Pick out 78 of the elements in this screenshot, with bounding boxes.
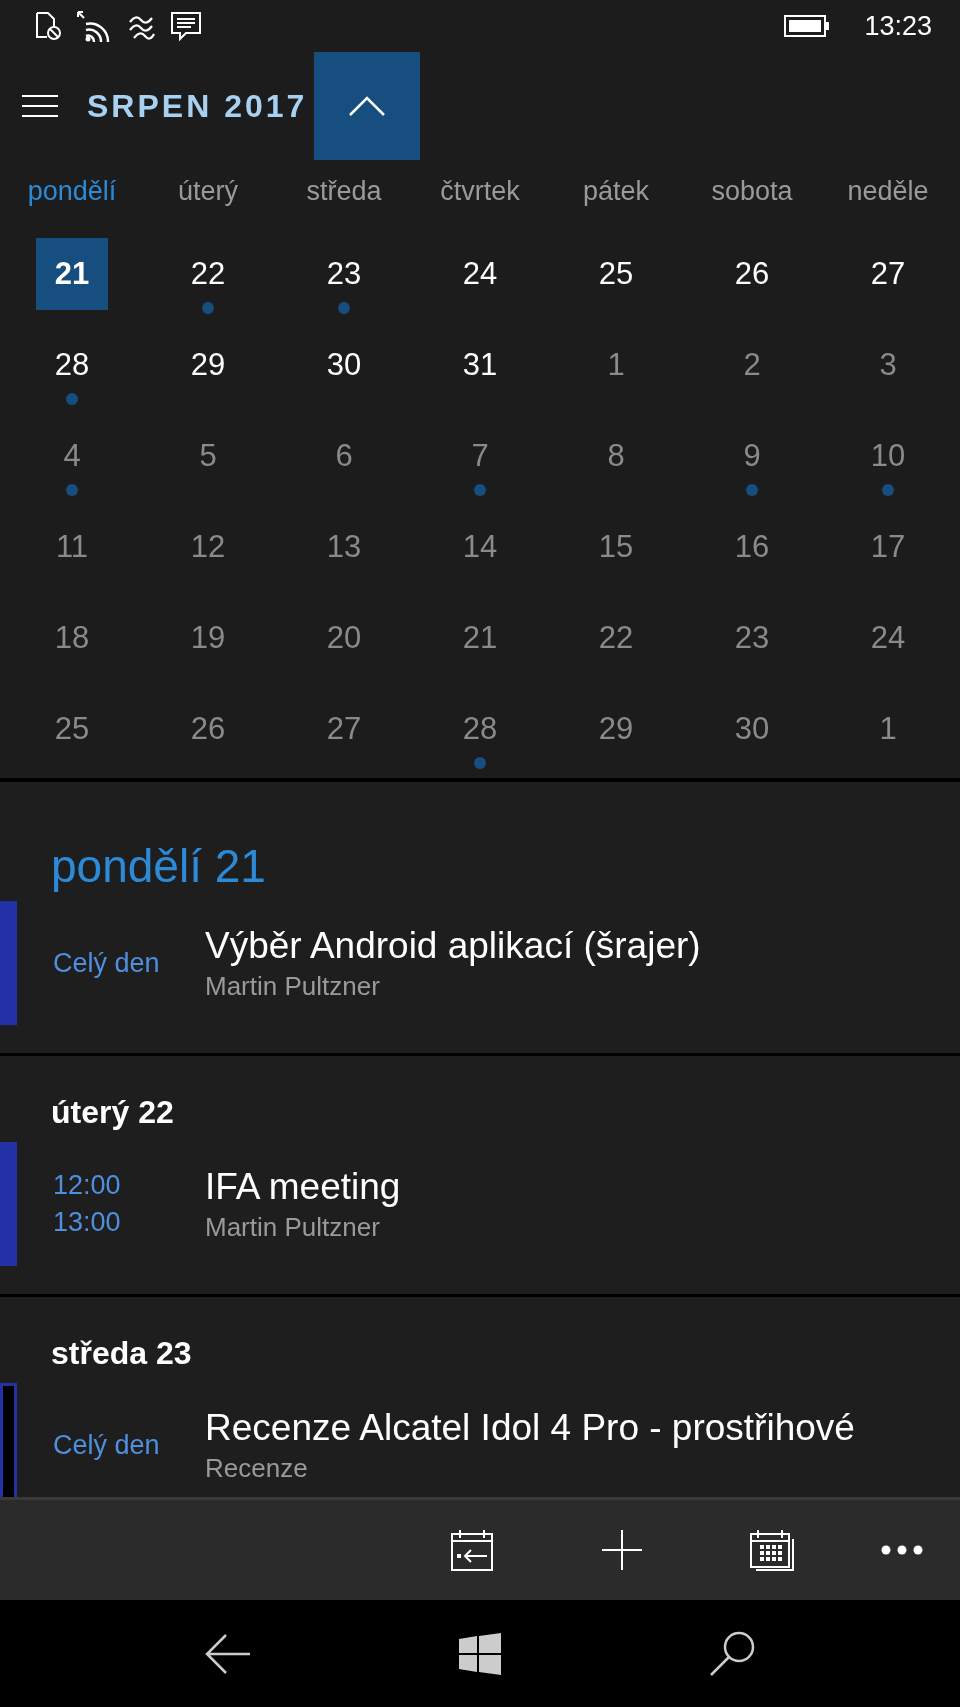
calendar-day[interactable]: 9 (716, 419, 788, 492)
calendar-day[interactable]: 26 (172, 692, 244, 765)
event-title[interactable]: IFA meeting (205, 1164, 401, 1210)
calendar-day[interactable]: 2 (716, 328, 788, 401)
calendar-day[interactable]: 8 (580, 419, 652, 492)
event-calendar: Martin Pultzner (205, 1211, 381, 1244)
weekday-label: pondělí (27, 175, 117, 207)
calendar-day[interactable]: 27 (308, 692, 380, 765)
weekday-label: úterý (178, 175, 238, 207)
calendar-day[interactable]: 31 (444, 328, 516, 401)
calendar-day[interactable]: 28 (36, 328, 108, 401)
calendar-day[interactable]: 29 (172, 328, 244, 401)
battery-icon (784, 14, 831, 38)
menu-button[interactable] (22, 93, 58, 119)
calendar-day[interactable]: 17 (852, 510, 924, 583)
event-title[interactable]: Recenze Alcatel Idol 4 Pro - prostřihové (205, 1405, 855, 1451)
weekday-label: pátek (582, 175, 650, 207)
calendar-day[interactable]: 27 (852, 237, 924, 310)
calendar-day[interactable]: 23 (308, 237, 380, 310)
calendar-day[interactable]: 15 (580, 510, 652, 583)
weekday-label: středa (306, 175, 382, 207)
calendar-day[interactable]: 12 (172, 510, 244, 583)
calendar-day[interactable]: 18 (36, 601, 108, 674)
no-sim-icon (34, 11, 62, 41)
search-icon (709, 1630, 755, 1677)
calendar-day[interactable]: 1 (580, 328, 652, 401)
calendar-day[interactable]: 4 (36, 419, 108, 492)
day-heading: úterý 22 (50, 1093, 175, 1130)
calendar-day[interactable]: 14 (444, 510, 516, 583)
calendar-day[interactable]: 19 (172, 601, 244, 674)
calendar-day[interactable]: 25 (580, 237, 652, 310)
event-title[interactable]: Výběr Android aplikací (šrajer) (205, 923, 701, 969)
event-time: 12:00 (53, 1170, 122, 1201)
weekday-label: sobota (711, 175, 793, 207)
month-title[interactable]: SRPEN 2017 (87, 87, 308, 125)
event-time: Celý den (53, 1429, 161, 1461)
windows-logo-icon (459, 1632, 501, 1675)
back-arrow-icon (205, 1632, 251, 1675)
calendar-day[interactable]: 20 (308, 601, 380, 674)
weekday-label: čtvrtek (440, 175, 520, 207)
event-time: 13:00 (53, 1207, 122, 1238)
event-time: Celý den (53, 947, 161, 979)
event-calendar: Recenze (205, 1452, 309, 1485)
clock-time: 13:23 (864, 10, 932, 42)
calendar-day[interactable]: 1 (852, 692, 924, 765)
calendar-day[interactable]: 6 (308, 419, 380, 492)
chevron-up-icon (349, 96, 386, 116)
menu-icon (22, 94, 58, 118)
calendar-day[interactable]: 10 (852, 419, 924, 492)
weekday-label: neděle (847, 175, 929, 207)
message-icon (170, 11, 202, 41)
calendar-day[interactable]: 3 (852, 328, 924, 401)
calendar-day[interactable]: 5 (172, 419, 244, 492)
calendar-day[interactable]: 21 (36, 237, 108, 310)
calendar-day[interactable]: 28 (444, 692, 516, 765)
calendar-day[interactable]: 11 (36, 510, 108, 583)
plus-icon (602, 1530, 642, 1570)
calendar-day[interactable]: 24 (444, 237, 516, 310)
calendar-day[interactable]: 25 (36, 692, 108, 765)
calendar-day[interactable]: 30 (308, 328, 380, 401)
calendar-day[interactable]: 16 (716, 510, 788, 583)
more-icon (881, 1545, 923, 1555)
event-calendar: Martin Pultzner (205, 970, 381, 1003)
wifi-icon (76, 10, 112, 42)
calendar-icon (750, 1529, 794, 1571)
day-heading: pondělí 21 (50, 839, 267, 894)
calendar-arrow-icon (451, 1529, 493, 1571)
day-heading: středa 23 (50, 1334, 193, 1371)
calendar-day[interactable]: 29 (580, 692, 652, 765)
calendar-day[interactable]: 22 (172, 237, 244, 310)
calendar-day[interactable]: 24 (852, 601, 924, 674)
calendar-day[interactable]: 13 (308, 510, 380, 583)
calendar-day[interactable]: 7 (444, 419, 516, 492)
calendar-day[interactable]: 22 (580, 601, 652, 674)
calendar-day[interactable]: 30 (716, 692, 788, 765)
calendar-day[interactable]: 21 (444, 601, 516, 674)
calendar-day[interactable]: 23 (716, 601, 788, 674)
calendar-day[interactable]: 26 (716, 237, 788, 310)
